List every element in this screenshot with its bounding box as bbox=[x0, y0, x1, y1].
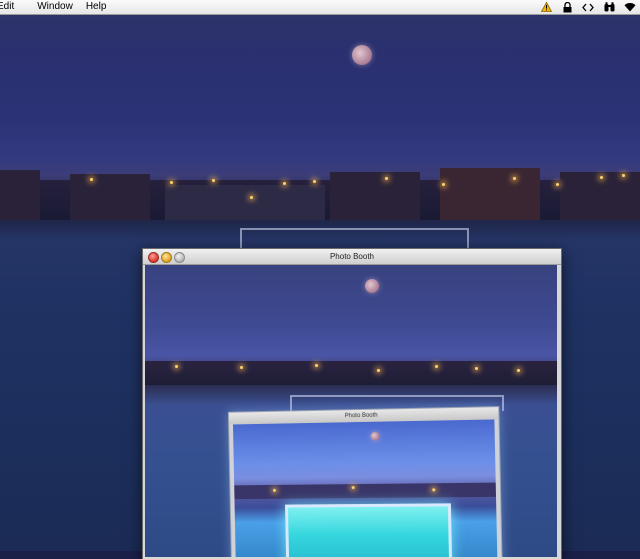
binoculars-icon[interactable] bbox=[603, 1, 615, 13]
menu-edit[interactable]: Edit bbox=[0, 0, 24, 14]
code-icon[interactable] bbox=[582, 1, 594, 13]
window-title: Photo Booth bbox=[329, 252, 375, 261]
preview-moon bbox=[365, 279, 379, 293]
preview-reflection-window: Photo Booth bbox=[227, 406, 503, 557]
preview-skyline bbox=[145, 361, 557, 385]
close-button[interactable] bbox=[148, 252, 159, 263]
menu-help[interactable]: Help bbox=[83, 0, 117, 14]
warning-icon[interactable] bbox=[540, 1, 552, 13]
wifi-icon[interactable] bbox=[624, 1, 636, 13]
lock-icon[interactable] bbox=[561, 1, 573, 13]
camera-preview: Photo Booth bbox=[145, 265, 557, 557]
town-skyline bbox=[0, 168, 640, 220]
zoom-button[interactable] bbox=[174, 252, 185, 263]
football-goal bbox=[240, 228, 469, 250]
photo-booth-window[interactable]: Photo Booth Photo Booth bbox=[142, 248, 562, 559]
minimize-button[interactable] bbox=[161, 252, 172, 263]
inner-camera-preview bbox=[232, 419, 498, 557]
menu-bar: Edit Window Help bbox=[0, 0, 640, 15]
moon bbox=[352, 45, 372, 65]
window-titlebar[interactable]: Photo Booth bbox=[143, 249, 561, 265]
menu-window[interactable]: Window bbox=[24, 0, 83, 14]
recursive-preview bbox=[285, 503, 453, 557]
